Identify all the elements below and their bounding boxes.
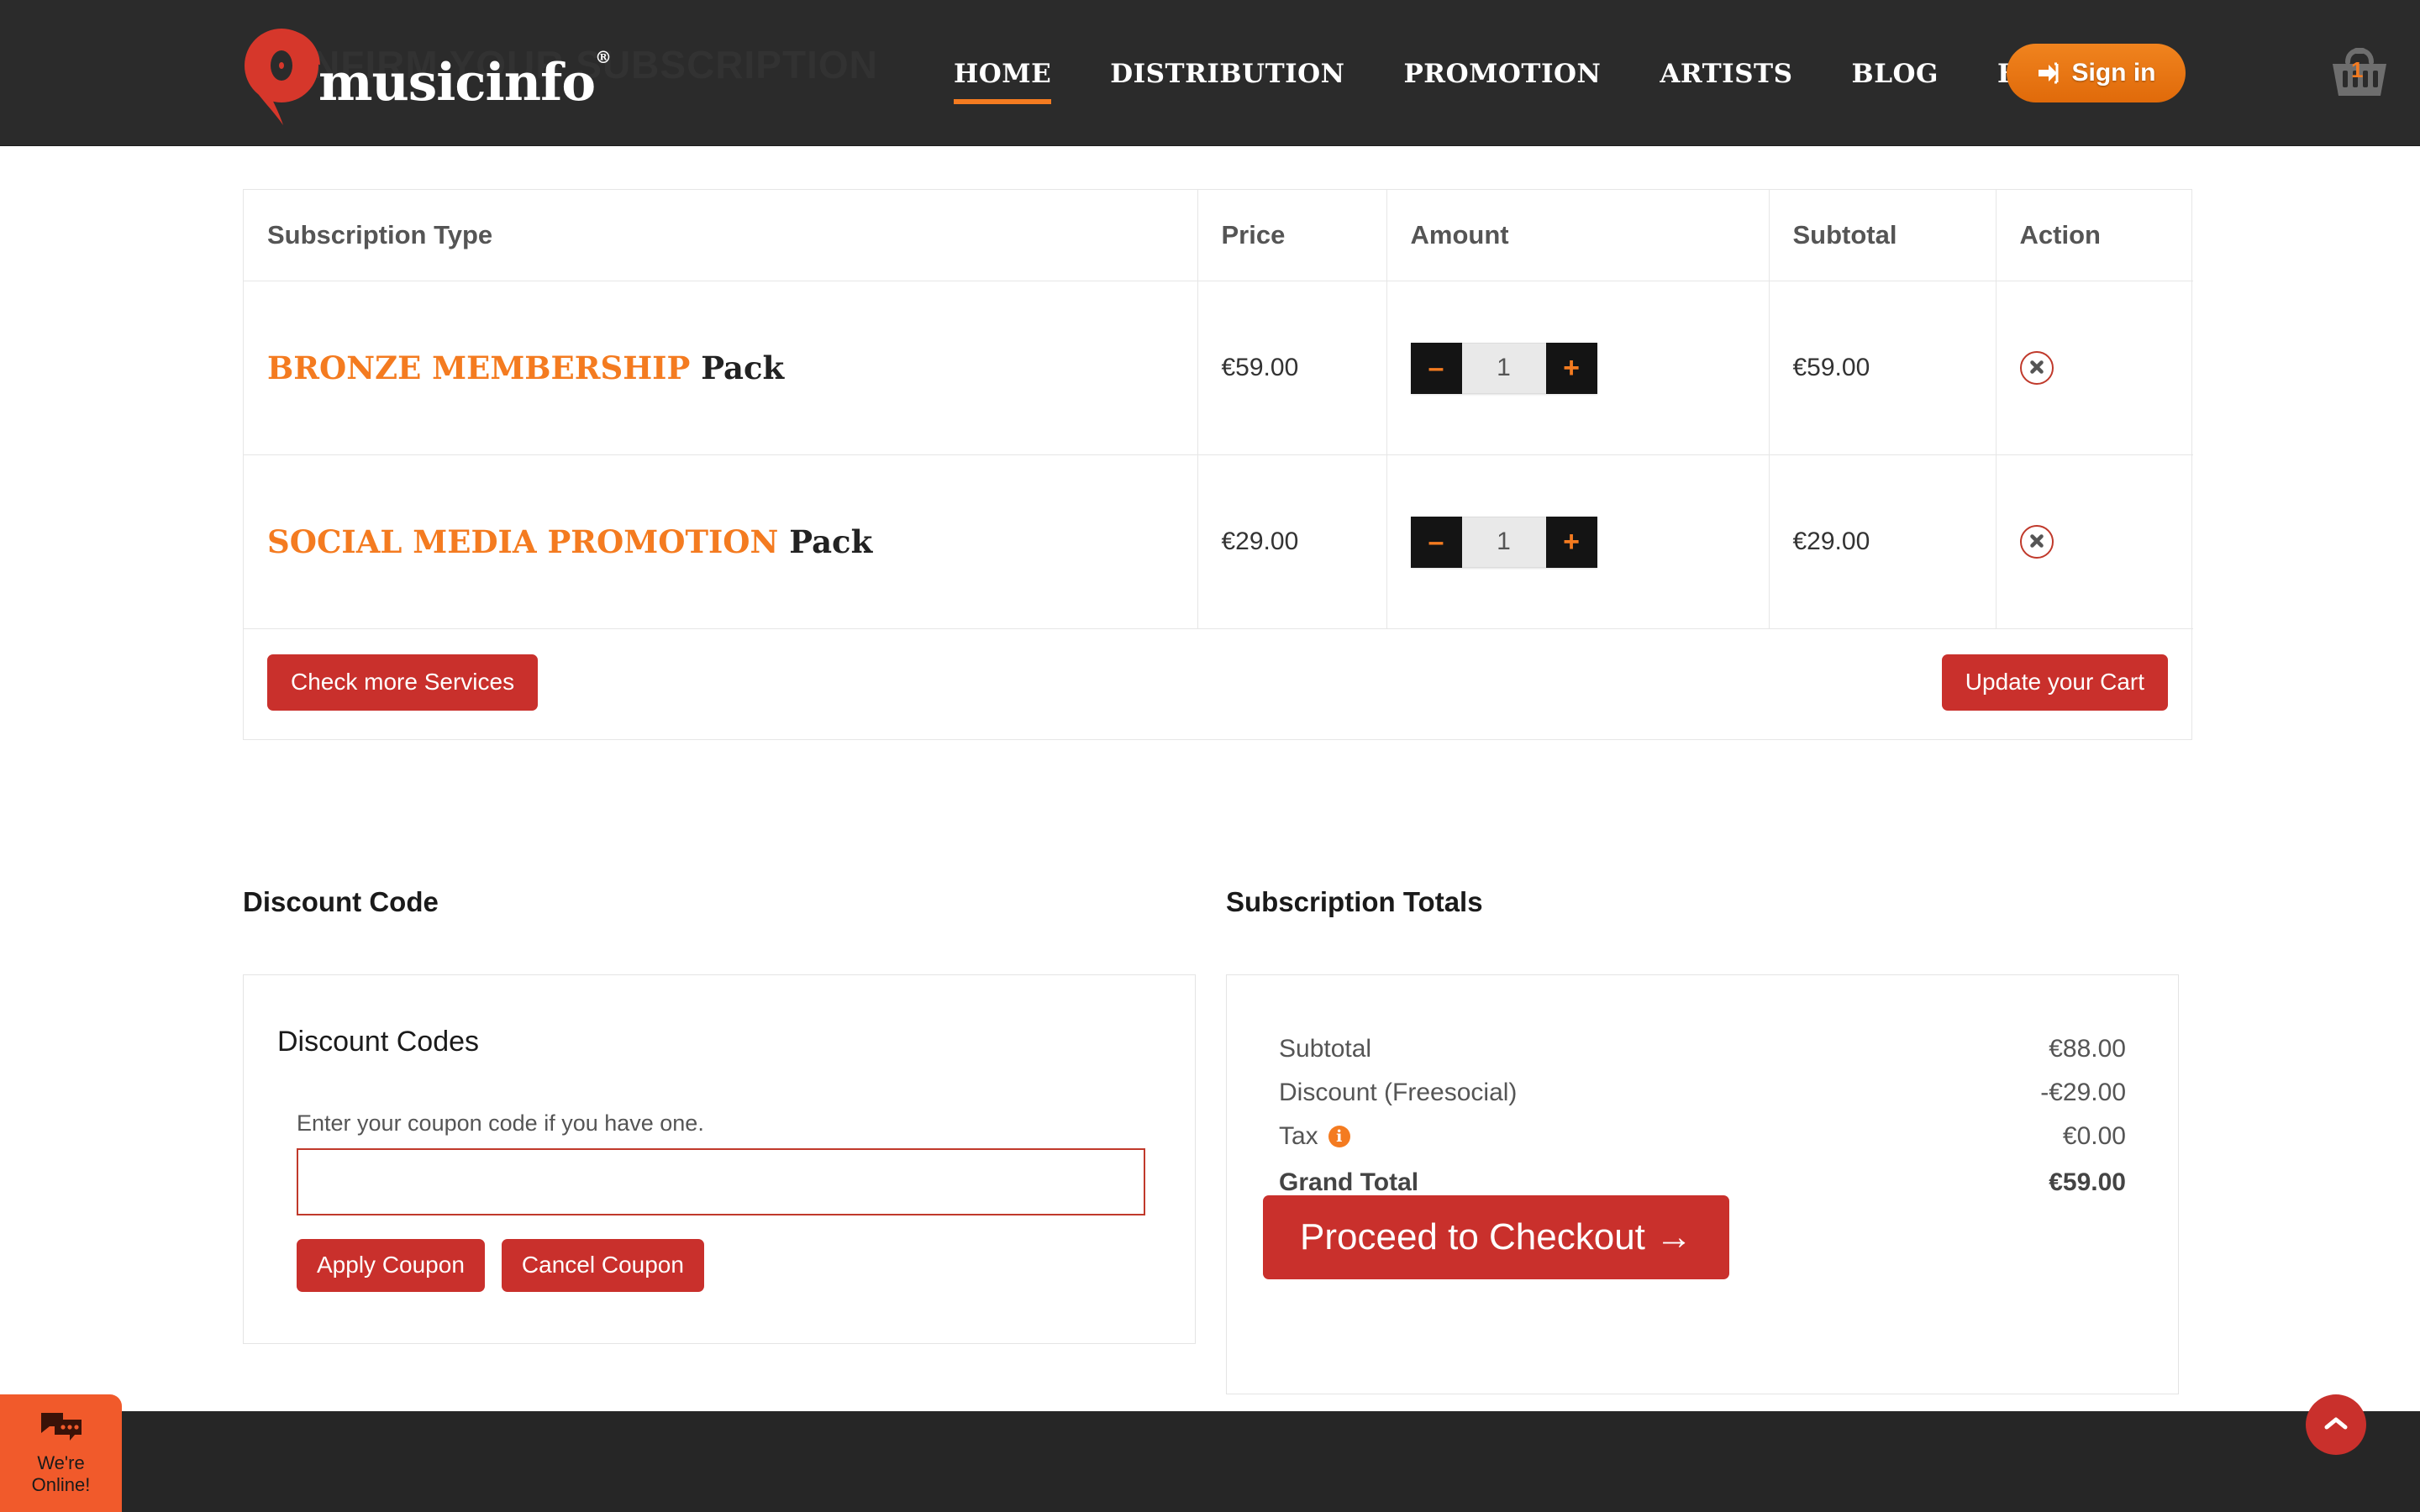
totals-row-subtotal: Subtotal €88.00 xyxy=(1279,1027,2126,1071)
product-name-suffix: Pack xyxy=(701,349,785,386)
quantity-stepper: – + xyxy=(1410,516,1597,568)
table-row: SOCIAL MEDIA PROMOTION Pack €29.00 – + €… xyxy=(244,454,2193,629)
totals-value-grand-total: €59.00 xyxy=(2049,1168,2126,1196)
totals-value-subtotal: €88.00 xyxy=(2049,1035,2126,1063)
chevron-up-icon xyxy=(2323,1415,2349,1436)
live-chat-widget[interactable]: We're Online! xyxy=(0,1394,122,1512)
cart-actions-bar: Check more Services Update your Cart xyxy=(244,629,2191,739)
product-name: SOCIAL MEDIA PROMOTION Pack xyxy=(267,526,1174,558)
product-name-suffix: Pack xyxy=(789,522,873,560)
cart-count-badge: 1 xyxy=(2351,57,2364,82)
totals-label-grand-total: Grand Total xyxy=(1279,1168,1419,1196)
cart-basket-icon[interactable]: 1 xyxy=(2326,40,2393,108)
cart-header-row: Subscription Type Price Amount Subtotal … xyxy=(244,190,2193,281)
quantity-decrease-button[interactable]: – xyxy=(1410,516,1462,568)
map-pin-record-icon xyxy=(243,28,324,127)
cell-subtotal: €59.00 xyxy=(1769,281,1996,455)
cell-amount: – + xyxy=(1386,281,1770,455)
cell-product-name: BRONZE MEMBERSHIP Pack xyxy=(244,281,1198,455)
quantity-stepper: – + xyxy=(1410,342,1597,394)
cell-action xyxy=(1996,281,2193,455)
chat-bubbles-icon xyxy=(39,1411,83,1449)
site-footer xyxy=(0,1411,2420,1512)
column-header-subtotal: Subtotal xyxy=(1769,190,1996,281)
close-icon xyxy=(2028,533,2045,552)
sign-in-label: Sign in xyxy=(2071,59,2156,87)
cart-table-body: BRONZE MEMBERSHIP Pack €59.00 – + €59.00 xyxy=(244,281,2193,629)
quantity-input[interactable] xyxy=(1461,342,1546,394)
nav-item-blog[interactable]: BLOG xyxy=(1823,59,1968,104)
quantity-decrease-button[interactable]: – xyxy=(1410,342,1462,394)
column-header-action: Action xyxy=(1996,190,2193,281)
apply-coupon-button[interactable]: Apply Coupon xyxy=(297,1239,485,1292)
cart-table: Subscription Type Price Amount Subtotal … xyxy=(244,190,2193,629)
cell-price: €59.00 xyxy=(1197,281,1387,455)
totals-section-title: Subscription Totals xyxy=(1226,886,1483,917)
totals-label-tax: Tax i xyxy=(1279,1122,1350,1151)
totals-label-discount: Discount (Freesocial) xyxy=(1279,1079,1518,1106)
close-icon xyxy=(2028,359,2045,378)
info-icon[interactable]: i xyxy=(1328,1126,1350,1147)
sign-in-arrow-icon xyxy=(2037,61,2062,85)
nav-item-promotion[interactable]: PROMOTION xyxy=(1375,59,1631,104)
cart-table-head: Subscription Type Price Amount Subtotal … xyxy=(244,190,2193,281)
cart-panel: Subscription Type Price Amount Subtotal … xyxy=(243,189,2193,740)
cell-action xyxy=(1996,454,2193,629)
coupon-code-input[interactable] xyxy=(297,1148,1145,1215)
page-root: CONFIRM YOUR SUBSCRIPTION musicinfo® HOM… xyxy=(0,0,2420,1512)
check-more-services-button[interactable]: Check more Services xyxy=(267,654,539,711)
product-name-highlight: BRONZE MEMBERSHIP xyxy=(267,349,691,386)
discount-section-title: Discount Code xyxy=(243,886,439,917)
logo-wordmark: musicinfo® xyxy=(318,47,612,113)
column-header-price: Price xyxy=(1197,190,1387,281)
scroll-to-top-button[interactable] xyxy=(2306,1394,2366,1455)
chat-widget-label: We're Online! xyxy=(32,1452,91,1495)
update-cart-button[interactable]: Update your Cart xyxy=(1941,654,2168,711)
totals-row-discount: Discount (Freesocial) -€29.00 xyxy=(1279,1071,2126,1115)
registered-mark: ® xyxy=(595,47,612,68)
proceed-to-checkout-button[interactable]: Proceed to Checkout → xyxy=(1263,1195,1730,1280)
cancel-coupon-button[interactable]: Cancel Coupon xyxy=(501,1239,704,1292)
totals-value-tax: €0.00 xyxy=(2062,1122,2126,1150)
nav-item-distribution[interactable]: DISTRIBUTION xyxy=(1081,59,1374,104)
cell-product-name: SOCIAL MEDIA PROMOTION Pack xyxy=(244,454,1198,629)
discount-card-heading: Discount Codes xyxy=(277,1026,480,1058)
product-name: BRONZE MEMBERSHIP Pack xyxy=(267,352,1174,384)
product-name-highlight: SOCIAL MEDIA PROMOTION xyxy=(267,522,779,560)
totals-card: Subtotal €88.00 Discount (Freesocial) -€… xyxy=(1226,974,2179,1394)
totals-list: Subtotal €88.00 Discount (Freesocial) -€… xyxy=(1227,975,2178,1205)
chat-label-line1: We're xyxy=(37,1452,85,1474)
quantity-input[interactable] xyxy=(1461,516,1546,568)
table-row: BRONZE MEMBERSHIP Pack €59.00 – + €59.00 xyxy=(244,281,2193,455)
column-header-type: Subscription Type xyxy=(244,190,1198,281)
chat-label-line2: Online! xyxy=(31,1473,91,1495)
totals-row-tax: Tax i €0.00 xyxy=(1279,1115,2126,1158)
nav-item-home[interactable]: HOME xyxy=(924,59,1081,104)
cell-subtotal: €29.00 xyxy=(1769,454,1996,629)
totals-value-discount: -€29.00 xyxy=(2040,1079,2126,1106)
site-header: CONFIRM YOUR SUBSCRIPTION musicinfo® HOM… xyxy=(0,0,2420,146)
site-logo[interactable]: musicinfo® xyxy=(243,28,612,127)
discount-card: Discount Codes Enter your coupon code if… xyxy=(243,974,1196,1344)
remove-item-button[interactable] xyxy=(2019,525,2054,559)
quantity-increase-button[interactable]: + xyxy=(1545,342,1597,394)
quantity-increase-button[interactable]: + xyxy=(1545,516,1597,568)
main-navigation: HOME DISTRIBUTION PROMOTION ARTISTS BLOG… xyxy=(924,59,2111,104)
column-header-amount: Amount xyxy=(1386,190,1770,281)
cell-price: €29.00 xyxy=(1197,454,1387,629)
cell-amount: – + xyxy=(1386,454,1770,629)
sign-in-button[interactable]: Sign in xyxy=(2007,44,2186,102)
totals-label-subtotal: Subtotal xyxy=(1279,1035,1372,1063)
remove-item-button[interactable] xyxy=(2019,351,2054,385)
tax-label-text: Tax xyxy=(1279,1122,1318,1150)
coupon-hint-label: Enter your coupon code if you have one. xyxy=(297,1110,704,1136)
nav-item-artists[interactable]: ARTISTS xyxy=(1630,59,1822,104)
coupon-buttons: Apply Coupon Cancel Coupon xyxy=(297,1239,1195,1292)
